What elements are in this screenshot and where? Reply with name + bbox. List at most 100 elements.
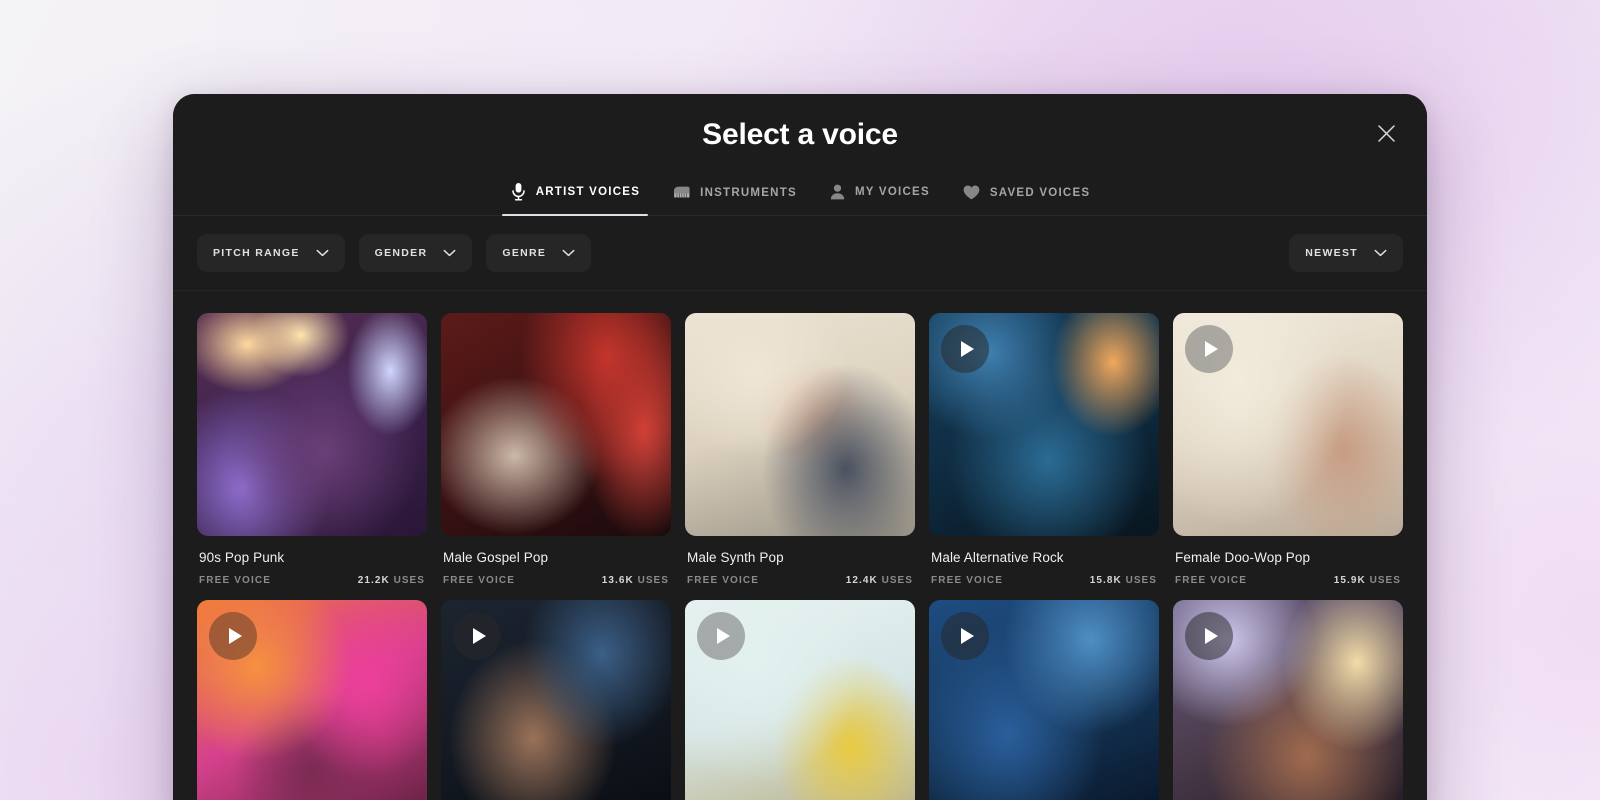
chevron-down-icon [1374,249,1387,257]
voice-card[interactable]: Male Synth Pop FREE VOICE 12.4K USES [685,313,915,586]
person-icon [829,183,846,201]
voice-card-thumbnail [685,313,915,536]
voice-card-uses: 15.9K USES [1334,575,1401,586]
page-backdrop: Select a voice ARTIST VOICES INSTRUMENTS… [0,0,1600,800]
voice-card-thumbnail [929,600,1159,800]
voice-card-thumbnail [441,313,671,536]
voice-card-uses: 13.6K USES [602,575,669,586]
voice-card[interactable]: Male Alternative Rock FREE VOICE 15.8K USE… [929,313,1159,586]
voice-card-uses: 12.4K USES [846,575,913,586]
uses-label: USES [637,575,669,586]
chevron-down-icon [443,249,456,257]
voice-card-artwork [197,313,427,536]
uses-label: USES [393,575,425,586]
play-button[interactable] [697,612,745,660]
tab-label: ARTIST VOICES [535,185,641,198]
tab-label: INSTRUMENTS [700,186,797,199]
uses-count: 13.6K [601,575,634,586]
filter-genre[interactable]: GENRE [486,234,592,272]
uses-label: USES [1369,575,1401,586]
sort-label: NEWEST [1305,247,1358,259]
microphone-icon [510,182,527,201]
select-voice-modal: Select a voice ARTIST VOICES INSTRUMENTS… [173,94,1427,800]
tab-my-voices[interactable]: MY VOICES [813,177,946,215]
voice-card-subline: FREE VOICE 21.2K USES [199,575,425,586]
voice-card-artwork [441,313,671,536]
tab-label: SAVED VOICES [989,186,1091,199]
filter-pitch-range[interactable]: PITCH RANGE [197,234,345,272]
voice-card-uses: 15.8K USES [1090,575,1157,586]
voice-card[interactable]: Male Gospel Pop FREE VOICE 13.6K USES [441,313,671,586]
close-button[interactable] [1369,116,1403,150]
uses-count: 21.2K [357,575,390,586]
voice-grid-scroll[interactable]: 90s Pop Punk FREE VOICE 21.2K USES Male Gos… [173,291,1427,800]
voice-card-meta: Male Gospel Pop FREE VOICE 13.6K USES [441,536,671,586]
voice-card-title: Male Alternative Rock [931,550,1064,565]
tab-bar: ARTIST VOICES INSTRUMENTS MY VOICES SAVE… [173,176,1427,216]
uses-count: 15.8K [1089,575,1122,586]
play-icon [1204,341,1218,357]
uses-label: USES [881,575,913,586]
sort-dropdown[interactable]: NEWEST [1289,234,1403,272]
voice-card-artwork [685,313,915,536]
voice-card-thumbnail [929,313,1159,536]
voice-card[interactable] [441,600,671,800]
heart-icon [962,184,981,201]
voice-card[interactable] [685,600,915,800]
modal-header: Select a voice ARTIST VOICES INSTRUMENTS… [173,94,1427,216]
chevron-down-icon [316,249,329,257]
voice-card-thumbnail [197,600,427,800]
tab-label: MY VOICES [854,186,930,198]
active-tab-indicator [501,214,649,216]
play-icon [716,628,730,644]
status-badge: FREE VOICE [443,575,516,586]
tab-instruments[interactable]: INSTRUMENTS [656,178,813,215]
uses-count: 15.9K [1333,575,1366,586]
play-icon [1204,628,1218,644]
tab-saved-voices[interactable]: SAVED VOICES [946,178,1106,215]
filter-bar: PITCH RANGE GENDER GENRE NEWEST [173,216,1427,291]
play-icon [960,628,974,644]
status-badge: FREE VOICE [931,575,1004,586]
play-button[interactable] [209,612,257,660]
voice-card-meta: 90s Pop Punk FREE VOICE 21.2K USES [197,536,427,586]
filter-label: GENRE [502,247,547,259]
voice-card[interactable]: 90s Pop Punk FREE VOICE 21.2K USES [197,313,427,586]
voice-card-title: Male Synth Pop [687,550,784,565]
status-badge: FREE VOICE [687,575,760,586]
play-icon [472,628,486,644]
voice-card-title: Female Doo-Wop Pop [1175,550,1311,565]
voice-card-thumbnail [1173,600,1403,800]
voice-card-meta: Male Synth Pop FREE VOICE 12.4K USES [685,536,915,586]
voice-card-thumbnail [1173,313,1403,536]
voice-card-title: Male Gospel Pop [443,550,549,565]
close-icon [1377,124,1396,143]
play-button[interactable] [453,612,501,660]
voice-card-subline: FREE VOICE 15.8K USES [931,575,1157,586]
uses-label: USES [1125,575,1157,586]
uses-count: 12.4K [845,575,878,586]
play-button[interactable] [1185,612,1233,660]
voice-card-meta: Male Alternative Rock FREE VOICE 15.8K USE… [929,536,1159,586]
play-button[interactable] [941,325,989,373]
status-badge: FREE VOICE [1175,575,1248,586]
voice-card-title: 90s Pop Punk [199,550,285,565]
voice-card[interactable] [197,600,427,800]
filter-label: GENDER [374,247,428,259]
filter-gender[interactable]: GENDER [358,234,473,272]
status-badge: FREE VOICE [199,575,272,586]
voice-card[interactable]: Female Doo-Wop Pop FREE VOICE 15.9K USES [1173,313,1403,586]
voice-card-subline: FREE VOICE 12.4K USES [687,575,913,586]
play-icon [228,628,242,644]
voice-grid: 90s Pop Punk FREE VOICE 21.2K USES Male Gos… [197,313,1403,800]
play-button[interactable] [941,612,989,660]
voice-card-thumbnail [685,600,915,800]
voice-card-thumbnail [441,600,671,800]
voice-card-meta: Female Doo-Wop Pop FREE VOICE 15.9K USES [1173,536,1403,586]
voice-card-uses: 21.2K USES [358,575,425,586]
tab-artist-voices[interactable]: ARTIST VOICES [494,176,656,216]
voice-card[interactable] [1173,600,1403,800]
play-button[interactable] [1185,325,1233,373]
voice-card-subline: FREE VOICE 15.9K USES [1175,575,1401,586]
voice-card[interactable] [929,600,1159,800]
